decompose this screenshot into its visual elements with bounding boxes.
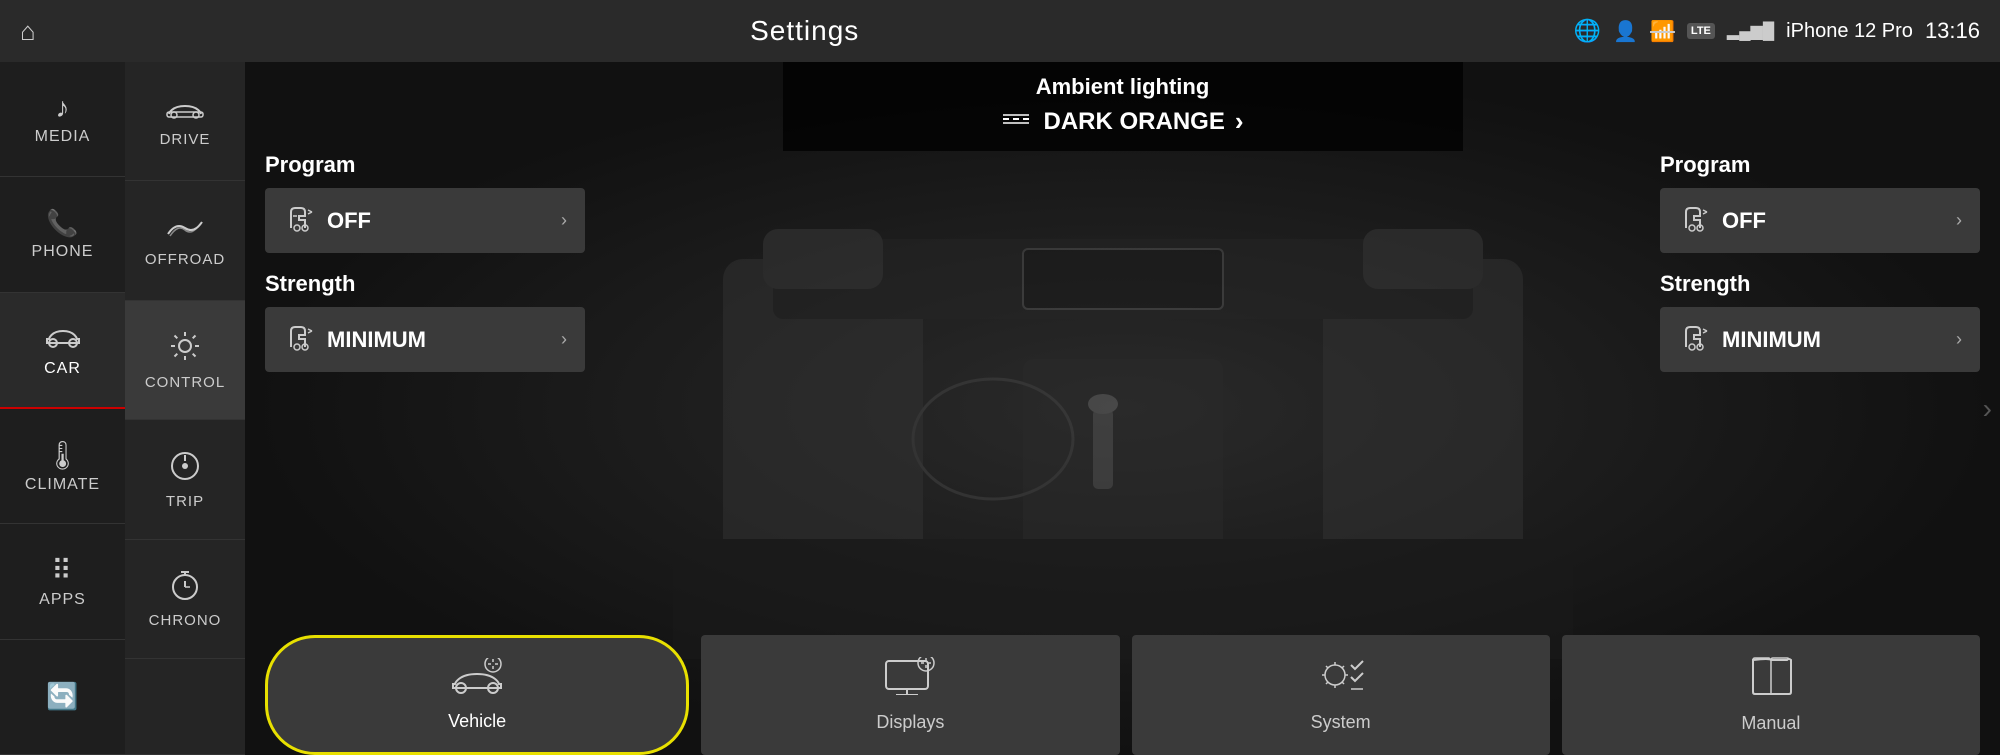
- right-program-title: Program: [1660, 152, 1980, 178]
- manual-button-label: Manual: [1741, 713, 1800, 734]
- ambient-title: Ambient lighting: [803, 74, 1443, 100]
- bottom-navigation: Vehicle Displays: [265, 635, 1980, 755]
- system-button-label: System: [1311, 712, 1371, 733]
- left-seat-panel: Program OFF › Strength: [265, 152, 585, 390]
- left-strength-value: MINIMUM: [327, 327, 549, 353]
- left-sidebar: ♪ MEDIA 📞 PHONE CAR 🌡 CLIMATE ⠿ APPS 🔄: [0, 62, 125, 755]
- media-icon: ♪: [56, 92, 70, 124]
- control-gear-icon: [168, 329, 202, 370]
- right-nav-chevron[interactable]: ›: [1983, 393, 1992, 425]
- displays-button[interactable]: Displays: [701, 635, 1119, 755]
- page-title: Settings: [750, 15, 859, 47]
- system-icon: [1315, 657, 1367, 704]
- right-strength-control[interactable]: MINIMUM ›: [1660, 307, 1980, 372]
- left-strength-control[interactable]: MINIMUM ›: [265, 307, 585, 372]
- main-content: Ambient lighting DARK ORANGE › Program: [245, 62, 2000, 755]
- system-button[interactable]: System: [1132, 635, 1550, 755]
- sidebar-label-car: CAR: [44, 360, 81, 378]
- right-program-value: OFF: [1722, 208, 1944, 234]
- left-program-value: OFF: [327, 208, 549, 234]
- offroad-icon: [166, 214, 204, 247]
- sidebar-item-phone[interactable]: 📞 PHONE: [0, 177, 125, 292]
- person-icon: 👤: [1613, 19, 1638, 44]
- left-strength-chevron: ›: [561, 329, 567, 350]
- left-strength-title: Strength: [265, 271, 585, 297]
- sidebar-label-media: MEDIA: [35, 128, 91, 146]
- ambient-lighting-banner[interactable]: Ambient lighting DARK ORANGE ›: [783, 62, 1463, 151]
- phone-name: iPhone 12 Pro: [1786, 20, 1913, 43]
- right-program-chevron: ›: [1956, 210, 1962, 231]
- right-seat-panel: Program OFF › Strength: [1660, 152, 1980, 390]
- sidebar-item-extra[interactable]: 🔄: [0, 640, 125, 755]
- manual-icon: [1745, 656, 1797, 705]
- left-program-chevron: ›: [561, 210, 567, 231]
- displays-button-label: Displays: [876, 712, 944, 733]
- climate-icon: 🌡: [45, 439, 81, 472]
- manual-button[interactable]: Manual: [1562, 635, 1980, 755]
- top-bar-right: 🌐 👤 📶 LTE ▂▄▆█ iPhone 12 Pro 13:16: [1574, 18, 1980, 44]
- displays-icon: [884, 657, 936, 704]
- car-icon: [43, 321, 83, 356]
- clock: 13:16: [1925, 18, 1980, 44]
- left-program-control[interactable]: OFF ›: [265, 188, 585, 253]
- left-seat-strength-icon: [283, 321, 315, 358]
- top-bar-left: ⌂: [20, 16, 36, 47]
- right-strength-value: MINIMUM: [1722, 327, 1944, 353]
- vehicle-button[interactable]: Vehicle: [265, 635, 689, 755]
- lte-badge: LTE: [1687, 23, 1715, 39]
- sidebar2-label-control: CONTROL: [145, 374, 225, 391]
- sidebar2-item-trip[interactable]: TRIP: [125, 420, 245, 539]
- sidebar2-label-offroad: OFFROAD: [145, 251, 225, 268]
- ambient-value-row: DARK ORANGE ›: [803, 106, 1443, 137]
- extra-icon: 🔄: [46, 681, 78, 712]
- sidebar-item-climate[interactable]: 🌡 CLIMATE: [0, 409, 125, 524]
- sidebar2-item-chrono[interactable]: CHRONO: [125, 540, 245, 659]
- sidebar-item-media[interactable]: ♪ MEDIA: [0, 62, 125, 177]
- sidebar2-item-offroad[interactable]: OFFROAD: [125, 181, 245, 300]
- sidebar2-item-extra[interactable]: [125, 659, 245, 755]
- right-strength-chevron: ›: [1956, 329, 1962, 350]
- vehicle-settings-icon: [449, 658, 505, 703]
- trip-icon: [169, 450, 201, 489]
- home-icon[interactable]: ⌂: [20, 16, 36, 47]
- sidebar2-label-drive: DRIVE: [160, 131, 211, 148]
- signal-bars: ▂▄▆█: [1727, 21, 1774, 41]
- drive-icon: [166, 94, 204, 127]
- sidebar-label-climate: CLIMATE: [25, 476, 100, 494]
- sidebar2-item-control[interactable]: CONTROL: [125, 301, 245, 420]
- left-program-title: Program: [265, 152, 585, 178]
- sidebar2-label-chrono: CHRONO: [149, 612, 222, 629]
- globe-icon: 🌐: [1574, 18, 1601, 44]
- ambient-color-value: DARK ORANGE: [1043, 108, 1224, 136]
- sidebar-item-apps[interactable]: ⠿ APPS: [0, 524, 125, 639]
- right-seat-strength-icon: [1678, 321, 1710, 358]
- sidebar-label-apps: APPS: [39, 591, 86, 609]
- chrono-icon: [169, 569, 201, 608]
- top-bar: ⌂ Settings 🌐 👤 📶 LTE ▂▄▆█ iPhone 12 Pro …: [0, 0, 2000, 62]
- sidebar-item-car[interactable]: CAR: [0, 293, 125, 409]
- right-seat-program-icon: [1678, 202, 1710, 239]
- ambient-light-icon: [1001, 111, 1033, 132]
- right-program-control[interactable]: OFF ›: [1660, 188, 1980, 253]
- left-seat-program-icon: [283, 202, 315, 239]
- phone-icon: 📞: [46, 208, 78, 239]
- right-strength-title: Strength: [1660, 271, 1980, 297]
- sidebar-label-phone: PHONE: [32, 243, 94, 261]
- wifi-off-icon: 📶: [1650, 19, 1675, 44]
- right-sidebar: DRIVE OFFROAD CONTROL TRIP: [125, 62, 245, 755]
- ambient-chevron: ›: [1235, 106, 1244, 137]
- apps-icon: ⠿: [51, 554, 74, 587]
- sidebar2-item-drive[interactable]: DRIVE: [125, 62, 245, 181]
- sidebar2-label-trip: TRIP: [166, 493, 204, 510]
- vehicle-button-label: Vehicle: [448, 711, 506, 732]
